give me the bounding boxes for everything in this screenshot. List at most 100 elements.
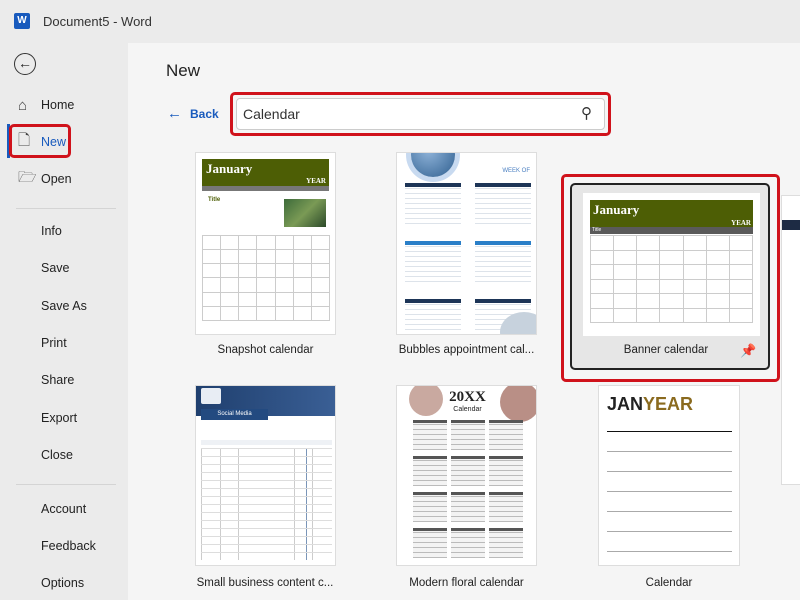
grid-cell xyxy=(729,236,753,251)
sidebar-item-info[interactable]: Info xyxy=(0,216,128,246)
schedule-line xyxy=(475,276,531,277)
grid-cell xyxy=(203,292,222,307)
month-block xyxy=(451,420,485,450)
table-row-line xyxy=(201,504,332,505)
grid-cell xyxy=(591,294,615,309)
month-block xyxy=(413,420,447,450)
month-block xyxy=(451,528,485,558)
search-input[interactable] xyxy=(236,98,605,130)
back-arrow-circle-icon[interactable]: ← xyxy=(14,53,36,75)
table-row-line xyxy=(201,456,332,457)
grid-cell xyxy=(660,279,684,294)
sidebar-item-save-as[interactable]: Save As xyxy=(0,291,128,321)
divider xyxy=(16,484,116,485)
grid-cell xyxy=(239,306,258,321)
template-calendar[interactable]: JANYEAR xyxy=(598,385,740,566)
grid-cell xyxy=(293,278,312,293)
grid-cell xyxy=(637,265,661,280)
template-bubbles-appointment-calendar[interactable]: WEEK OF xyxy=(396,152,537,335)
sidebar-item-options[interactable]: Options xyxy=(0,568,128,598)
banner-calendar-thumbnail[interactable]: January YEAR Title xyxy=(583,193,760,336)
schedule-line xyxy=(475,218,531,219)
schedule-line xyxy=(475,271,531,272)
template-modern-floral-calendar[interactable]: 20XX Calendar xyxy=(396,385,537,566)
month-block xyxy=(489,420,523,450)
grid-cell xyxy=(614,294,638,309)
divider xyxy=(16,208,116,209)
grid-cell xyxy=(729,294,753,309)
title-bar: W Document5 - Word xyxy=(0,0,800,43)
schedule-line xyxy=(405,256,461,257)
schedule-line xyxy=(405,276,461,277)
grid-cell xyxy=(660,308,684,323)
template-small-business-content-calendar[interactable]: Social Media xyxy=(195,385,336,566)
sidebar-item-feedback[interactable]: Feedback xyxy=(0,531,128,561)
sidebar-item-save[interactable]: Save xyxy=(0,253,128,283)
thumb-subtitle: Calendar xyxy=(447,406,488,414)
sidebar-item-print[interactable]: Print xyxy=(0,328,128,358)
grid-cell xyxy=(221,236,240,251)
grid-cell xyxy=(257,264,276,279)
schedule-line xyxy=(405,193,461,194)
grid-cell xyxy=(275,264,294,279)
sidebar-item-share[interactable]: Share xyxy=(0,365,128,395)
sidebar-item-home[interactable]: ⌂ Home xyxy=(0,90,128,120)
thumb-calendar-grid xyxy=(590,235,753,323)
grid-cell xyxy=(660,236,684,251)
schedule-line xyxy=(405,213,461,214)
grid-cell xyxy=(683,265,707,280)
search-icon[interactable]: ⚲ xyxy=(581,104,592,122)
schedule-line xyxy=(475,203,531,204)
schedule-line xyxy=(405,203,461,204)
grid-cell xyxy=(729,279,753,294)
sidebar-item-open[interactable]: 🗁 Open xyxy=(0,164,128,194)
thumb-calendar-grid xyxy=(202,235,330,321)
table-row-line xyxy=(201,448,332,449)
schedule-line xyxy=(475,281,531,282)
grid-cell xyxy=(591,265,615,280)
grid-cell xyxy=(706,250,730,265)
sidebar-item-export[interactable]: Export xyxy=(0,403,128,433)
arrow-left-icon: ← xyxy=(167,105,182,122)
heading-rule xyxy=(607,431,732,432)
grid-cell xyxy=(275,250,294,265)
schedule-line xyxy=(405,319,461,320)
home-icon: ⌂ xyxy=(18,96,28,114)
template-partial[interactable] xyxy=(781,195,800,485)
schedule-line xyxy=(405,281,461,282)
grid-cell xyxy=(706,308,730,323)
sidebar-item-new[interactable]: 🗋 New xyxy=(0,127,128,157)
template-snapshot-calendar[interactable]: January YEAR Title xyxy=(195,152,336,335)
grid-cell xyxy=(729,308,753,323)
sidebar-item-account[interactable]: Account xyxy=(0,494,128,524)
grid-cell xyxy=(311,236,330,251)
schedule-line xyxy=(475,309,531,310)
schedule-line xyxy=(405,324,461,325)
grid-cell xyxy=(239,264,258,279)
grid-cell xyxy=(706,265,730,280)
grid-cell xyxy=(637,294,661,309)
grid-cell xyxy=(591,279,615,294)
schedule-line xyxy=(475,223,531,224)
word-logo-icon: W xyxy=(14,13,30,29)
schedule-line xyxy=(475,246,531,247)
grid-cell xyxy=(614,265,638,280)
grid-cell xyxy=(683,236,707,251)
schedule-line xyxy=(405,266,461,267)
thumb-bar: Title xyxy=(590,227,753,234)
grid-cell xyxy=(729,250,753,265)
schedule-line xyxy=(475,251,531,252)
pin-icon[interactable]: 📌 xyxy=(740,343,756,359)
schedule-line xyxy=(475,198,531,199)
back-link[interactable]: ← Back xyxy=(167,105,219,122)
grid-cell xyxy=(221,264,240,279)
grid-cell xyxy=(311,264,330,279)
row-line xyxy=(607,511,732,512)
grid-cell xyxy=(660,250,684,265)
sidebar-item-close[interactable]: Close xyxy=(0,440,128,470)
month-block xyxy=(413,492,447,522)
grid-cell xyxy=(311,278,330,293)
grid-cell xyxy=(614,250,638,265)
grid-cell xyxy=(311,306,330,321)
template-label: Small business content c... xyxy=(196,577,334,589)
